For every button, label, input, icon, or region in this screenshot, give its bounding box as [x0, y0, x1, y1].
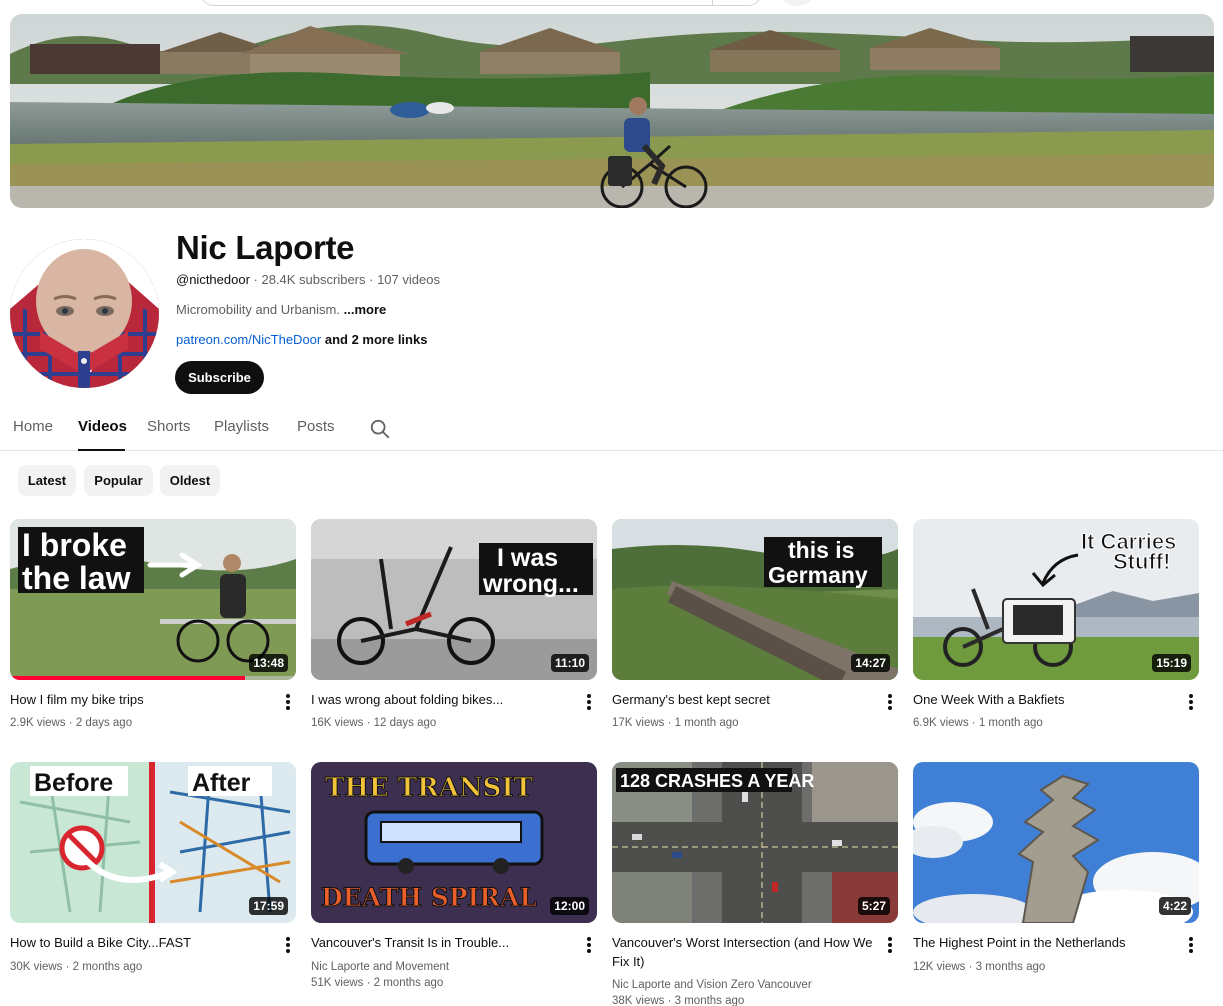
search-icon[interactable]: [369, 418, 391, 440]
more-vert-icon[interactable]: [581, 692, 597, 712]
channel-page: Nic Laporte @nicthedoor · 28.4K subscrib…: [0, 0, 1223, 1006]
video-views: 17K views · 1 month ago: [612, 717, 739, 729]
description-more-link[interactable]: ...more: [344, 302, 387, 317]
thumbnail-overlay-line-1: I was: [497, 544, 558, 572]
video-title[interactable]: The Highest Point in the Netherlands: [913, 933, 1175, 952]
channel-meta: @nicthedoor · 28.4K subscribers · 107 vi…: [176, 271, 440, 289]
more-vert-icon[interactable]: [1183, 692, 1199, 712]
video-title[interactable]: I was wrong about folding bikes...: [311, 690, 573, 709]
video-duration: 17:59: [249, 897, 288, 915]
masthead-search-input[interactable]: [200, 0, 762, 6]
video-title[interactable]: How I film my bike trips: [10, 690, 272, 709]
thumbnail-image: [913, 762, 1199, 923]
tab-home[interactable]: Home: [13, 418, 53, 435]
tab-shorts[interactable]: Shorts: [147, 418, 190, 435]
chip-popular[interactable]: Popular: [84, 465, 153, 496]
video-views: 6.9K views · 1 month ago: [913, 717, 1043, 729]
video-duration: 13:48: [249, 654, 288, 672]
video-title[interactable]: One Week With a Bakfiets: [913, 690, 1175, 709]
voice-search-button[interactable]: [780, 0, 814, 6]
thumbnail-overlay-line-2: wrong...: [482, 570, 579, 598]
video-title[interactable]: Vancouver's Worst Intersection (and How …: [612, 933, 874, 971]
video-title[interactable]: Vancouver's Transit Is in Trouble...: [311, 933, 573, 952]
video-duration: 5:27: [857, 897, 890, 915]
chip-latest[interactable]: Latest: [18, 465, 76, 496]
channel-handle: @nicthedoor: [176, 272, 250, 287]
thumbnail-overlay-line-1: I broke: [22, 527, 127, 563]
video-views: 38K views · 3 months ago: [612, 995, 745, 1006]
banner-image: [10, 14, 1214, 208]
video-thumbnail[interactable]: I was wrong... 11:10: [311, 519, 597, 680]
subscribe-button[interactable]: Subscribe: [175, 361, 264, 394]
more-vert-icon[interactable]: [581, 935, 597, 955]
channel-name: Nic Laporte: [176, 229, 355, 266]
thumbnail-image: 128 CRASHES A YEAR: [612, 762, 898, 923]
more-vert-icon[interactable]: [280, 692, 296, 712]
video-views: 12K views · 3 months ago: [913, 961, 1046, 973]
video-duration: 4:22: [1158, 897, 1191, 915]
more-vert-icon[interactable]: [1183, 935, 1199, 955]
video-duration: 11:10: [550, 654, 589, 672]
thumbnail-overlay-line-1: this is: [788, 537, 854, 563]
thumbnail-overlay-line-2: the law: [22, 560, 131, 596]
watch-progress-bar: [10, 676, 245, 680]
channel-banner: [10, 14, 1214, 208]
thumbnail-overlay-line-2: Stuff!: [1113, 549, 1170, 574]
thumbnail-overlay-line-1: Before: [34, 769, 113, 797]
video-views: 51K views · 2 months ago: [311, 977, 444, 989]
video-channel[interactable]: Nic Laporte and Movement: [311, 959, 449, 975]
thumbnail-overlay-line-1: 128 CRASHES A YEAR: [620, 771, 814, 791]
video-duration: 12:00: [550, 897, 589, 915]
video-title[interactable]: Germany's best kept secret: [612, 690, 874, 709]
video-thumbnail[interactable]: It Carries Stuff! 15:19: [913, 519, 1199, 680]
video-thumbnail[interactable]: Before After 17:59: [10, 762, 296, 923]
avatar-image: [10, 239, 159, 388]
channel-description[interactable]: Micromobility and Urbanism. ...more: [176, 301, 386, 319]
more-links-button[interactable]: and 2 more links: [321, 332, 428, 347]
more-vert-icon[interactable]: [882, 935, 898, 955]
video-duration: 15:19: [1152, 654, 1191, 672]
channel-links: patreon.com/NicTheDoor and 2 more links: [176, 331, 427, 349]
video-thumbnail[interactable]: I broke the law 13:48: [10, 519, 296, 680]
channel-tabs: Home Videos Shorts Playlists Posts: [0, 408, 1223, 451]
tab-videos[interactable]: Videos: [78, 418, 127, 435]
video-views: 16K views · 12 days ago: [311, 717, 437, 729]
video-channel[interactable]: Nic Laporte and Vision Zero Vancouver: [612, 977, 812, 993]
video-thumbnail[interactable]: 4:22: [913, 762, 1199, 923]
channel-avatar[interactable]: [10, 239, 159, 388]
search-divider: [712, 0, 713, 5]
video-views: 2.9K views · 2 days ago: [10, 717, 133, 729]
channel-stats: · 28.4K subscribers · 107 videos: [249, 272, 440, 287]
video-thumbnail[interactable]: this is Germany 14:27: [612, 519, 898, 680]
thumbnail-overlay-line-1: THE TRANSIT: [325, 773, 534, 803]
video-views: 30K views · 2 months ago: [10, 961, 143, 973]
more-vert-icon[interactable]: [280, 935, 296, 955]
chip-oldest[interactable]: Oldest: [160, 465, 220, 496]
thumbnail-overlay-line-2: After: [192, 769, 251, 797]
tab-posts[interactable]: Posts: [297, 418, 335, 435]
more-vert-icon[interactable]: [882, 692, 898, 712]
video-title[interactable]: How to Build a Bike City...FAST: [10, 933, 272, 952]
tab-playlists[interactable]: Playlists: [214, 418, 269, 435]
active-tab-indicator: [78, 449, 125, 451]
patreon-link[interactable]: patreon.com/NicTheDoor: [176, 332, 321, 347]
thumbnail-overlay-line-2: Germany: [768, 562, 868, 588]
description-text: Micromobility and Urbanism.: [176, 302, 344, 317]
video-duration: 14:27: [851, 654, 890, 672]
thumbnail-overlay-line-2: DEATH SPIRAL: [321, 883, 537, 912]
video-thumbnail[interactable]: 128 CRASHES A YEAR 5:27: [612, 762, 898, 923]
video-thumbnail[interactable]: THE TRANSIT DEATH SPIRAL 12:00: [311, 762, 597, 923]
